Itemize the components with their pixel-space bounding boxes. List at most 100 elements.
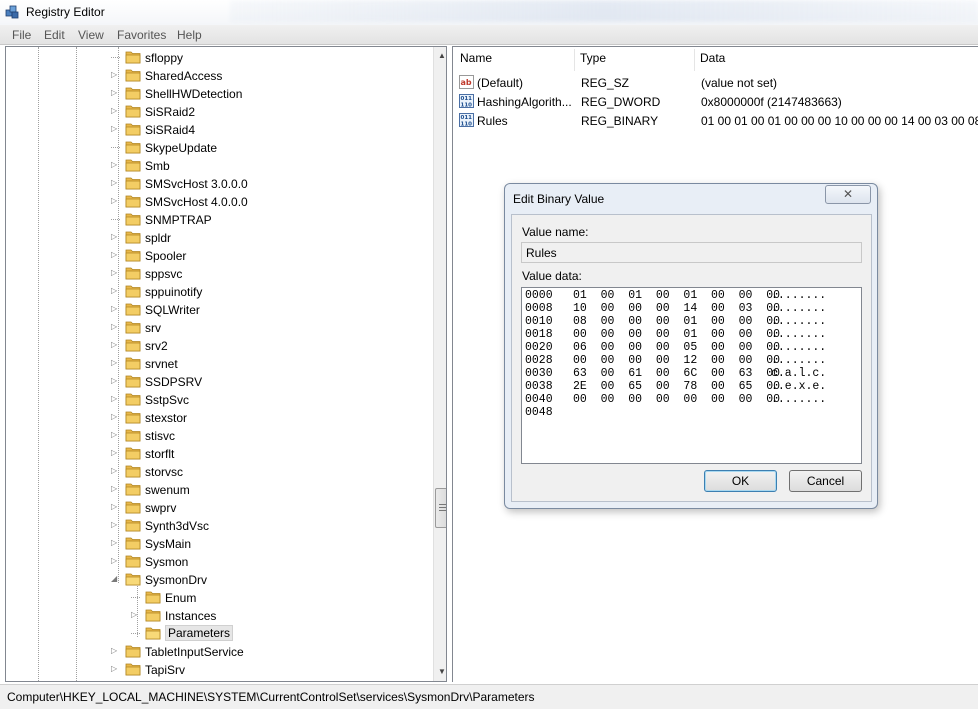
expand-arrow-icon[interactable]: ▷ bbox=[111, 160, 120, 169]
expand-arrow-icon[interactable]: ▷ bbox=[111, 358, 120, 367]
column-separator[interactable] bbox=[574, 49, 575, 71]
expand-arrow-icon[interactable]: ▷ bbox=[111, 556, 120, 565]
hex-bytes[interactable]: 10 00 00 00 14 00 03 00 bbox=[573, 302, 780, 315]
hex-ascii[interactable]: c.a.l.c. bbox=[771, 367, 826, 380]
menu-file[interactable]: File bbox=[12, 28, 31, 42]
hex-ascii[interactable]: ........ bbox=[771, 289, 826, 302]
tree-item[interactable]: ▷ srv bbox=[6, 319, 431, 337]
tree-item[interactable]: ▷ stexstor bbox=[6, 409, 431, 427]
tree-item[interactable]: ▷ TabletInputService bbox=[6, 643, 431, 661]
menu-help[interactable]: Help bbox=[177, 28, 202, 42]
expand-arrow-icon[interactable]: ▷ bbox=[111, 304, 120, 313]
expand-arrow-icon[interactable]: ▷ bbox=[111, 340, 120, 349]
hex-ascii[interactable]: ........ bbox=[771, 328, 826, 341]
tree-item[interactable]: ▷ ShellHWDetection bbox=[6, 85, 431, 103]
tree-item[interactable]: ▷ sppsvc bbox=[6, 265, 431, 283]
expand-arrow-icon[interactable]: ▷ bbox=[111, 232, 120, 241]
expand-arrow-icon[interactable]: ▷ bbox=[111, 646, 120, 655]
tree-item[interactable]: ▷ SSDPSRV bbox=[6, 373, 431, 391]
hex-bytes[interactable]: 00 00 00 00 00 00 00 00 bbox=[573, 393, 780, 406]
hex-bytes[interactable]: 00 00 00 00 01 00 00 00 bbox=[573, 328, 780, 341]
scroll-up-icon[interactable]: ▲ bbox=[438, 51, 446, 60]
expand-arrow-icon[interactable]: ▷ bbox=[111, 196, 120, 205]
expand-arrow-icon[interactable]: ▷ bbox=[111, 286, 120, 295]
expand-arrow-icon[interactable]: ▷ bbox=[111, 322, 120, 331]
tree-item[interactable]: ▷ storflt bbox=[6, 445, 431, 463]
tree-item[interactable]: ▷ SharedAccess bbox=[6, 67, 431, 85]
tree-item[interactable]: ▷ Smb bbox=[6, 157, 431, 175]
hex-bytes[interactable]: 08 00 00 00 01 00 00 00 bbox=[573, 315, 780, 328]
tree-item[interactable]: Enum bbox=[6, 589, 431, 607]
tree-item[interactable]: ▷ SysMain bbox=[6, 535, 431, 553]
value-row[interactable]: ab (Default) REG_SZ (value not set) bbox=[459, 74, 978, 92]
value-row[interactable]: 011 110 HashingAlgorith... REG_DWORD 0x80000… bbox=[459, 93, 978, 111]
hex-ascii[interactable]: ........ bbox=[771, 302, 826, 315]
tree-item[interactable]: ▷ srvnet bbox=[6, 355, 431, 373]
hex-bytes[interactable]: 01 00 01 00 01 00 00 00 bbox=[573, 289, 780, 302]
column-data[interactable]: Data bbox=[700, 51, 725, 71]
menu-view[interactable]: View bbox=[78, 28, 104, 42]
ok-button[interactable]: OK bbox=[704, 470, 777, 492]
hex-bytes[interactable]: 63 00 61 00 6C 00 63 00 bbox=[573, 367, 780, 380]
column-name[interactable]: Name bbox=[460, 51, 492, 71]
tree-item[interactable]: ▷ spldr bbox=[6, 229, 431, 247]
scroll-thumb[interactable] bbox=[435, 488, 446, 528]
expand-arrow-icon[interactable]: ▷ bbox=[111, 538, 120, 547]
tree-item[interactable]: ▷ Spooler bbox=[6, 247, 431, 265]
hex-ascii[interactable]: ..e.x.e. bbox=[771, 380, 826, 393]
hex-ascii[interactable]: ........ bbox=[771, 393, 826, 406]
column-type[interactable]: Type bbox=[580, 51, 606, 71]
expand-arrow-icon[interactable]: ▷ bbox=[111, 664, 120, 673]
expand-arrow-icon[interactable]: ▷ bbox=[111, 70, 120, 79]
tree-item[interactable]: ◢ SysmonDrv bbox=[6, 571, 431, 589]
tree-item[interactable]: ▷ swprv bbox=[6, 499, 431, 517]
registry-tree[interactable]: ▲ ▼ sfloppy ▷ SharedAccess ▷ ShellHWDetectio… bbox=[5, 46, 447, 682]
tree-item[interactable]: ▷ SMSvcHost 3.0.0.0 bbox=[6, 175, 431, 193]
menu-favorites[interactable]: Favorites bbox=[117, 28, 166, 42]
tree-item[interactable]: ▷ sppuinotify bbox=[6, 283, 431, 301]
tree-scrollbar[interactable]: ▲ ▼ bbox=[433, 47, 446, 681]
expand-arrow-icon[interactable]: ▷ bbox=[111, 268, 120, 277]
hex-bytes[interactable]: 2E 00 65 00 78 00 65 00 bbox=[573, 380, 780, 393]
tree-item[interactable]: ▷ stisvc bbox=[6, 427, 431, 445]
expand-arrow-icon[interactable]: ▷ bbox=[111, 178, 120, 187]
hex-ascii[interactable]: ........ bbox=[771, 354, 826, 367]
expand-arrow-icon[interactable]: ▷ bbox=[111, 502, 120, 511]
menu-edit[interactable]: Edit bbox=[44, 28, 65, 42]
tree-item[interactable]: ▷ storvsc bbox=[6, 463, 431, 481]
cancel-button[interactable]: Cancel bbox=[789, 470, 862, 492]
hex-ascii[interactable]: ........ bbox=[771, 341, 826, 354]
tree-item[interactable]: ▷ TapiSrv bbox=[6, 661, 431, 679]
tree-item[interactable]: SNMPTRAP bbox=[6, 211, 431, 229]
collapse-arrow-icon[interactable]: ◢ bbox=[111, 574, 120, 583]
tree-item[interactable]: sfloppy bbox=[6, 49, 431, 67]
tree-item[interactable]: SkypeUpdate bbox=[6, 139, 431, 157]
tree-item[interactable]: ▷ Synth3dVsc bbox=[6, 517, 431, 535]
close-button[interactable]: ✕ bbox=[825, 185, 871, 204]
tree-item[interactable]: ▷ SstpSvc bbox=[6, 391, 431, 409]
expand-arrow-icon[interactable]: ▷ bbox=[111, 124, 120, 133]
expand-arrow-icon[interactable]: ▷ bbox=[111, 484, 120, 493]
value-data-editor[interactable]: 0000 01 00 01 00 01 00 00 00........ 0008 1… bbox=[521, 287, 862, 464]
hex-ascii[interactable]: ........ bbox=[771, 315, 826, 328]
expand-arrow-icon[interactable]: ▷ bbox=[111, 88, 120, 97]
value-row[interactable]: 011 110 Rules REG_BINARY 01 00 01 00 01 00 0… bbox=[459, 112, 978, 130]
expand-arrow-icon[interactable]: ▷ bbox=[111, 466, 120, 475]
expand-arrow-icon[interactable]: ▷ bbox=[111, 430, 120, 439]
tree-item[interactable]: Parameters bbox=[6, 625, 431, 643]
expand-arrow-icon[interactable]: ▷ bbox=[111, 448, 120, 457]
tree-item[interactable]: ▷ Instances bbox=[6, 607, 431, 625]
expand-arrow-icon[interactable]: ▷ bbox=[131, 610, 140, 619]
tree-item[interactable]: ▷ SMSvcHost 4.0.0.0 bbox=[6, 193, 431, 211]
expand-arrow-icon[interactable]: ▷ bbox=[111, 520, 120, 529]
expand-arrow-icon[interactable]: ▷ bbox=[111, 412, 120, 421]
tree-item[interactable]: ▷ Sysmon bbox=[6, 553, 431, 571]
scroll-down-icon[interactable]: ▼ bbox=[438, 667, 446, 676]
column-separator[interactable] bbox=[694, 49, 695, 71]
expand-arrow-icon[interactable]: ▷ bbox=[111, 394, 120, 403]
tree-item[interactable]: ▷ srv2 bbox=[6, 337, 431, 355]
expand-arrow-icon[interactable]: ▷ bbox=[111, 106, 120, 115]
expand-arrow-icon[interactable]: ▷ bbox=[111, 250, 120, 259]
tree-item[interactable]: ▷ SiSRaid2 bbox=[6, 103, 431, 121]
tree-item[interactable]: ▷ swenum bbox=[6, 481, 431, 499]
